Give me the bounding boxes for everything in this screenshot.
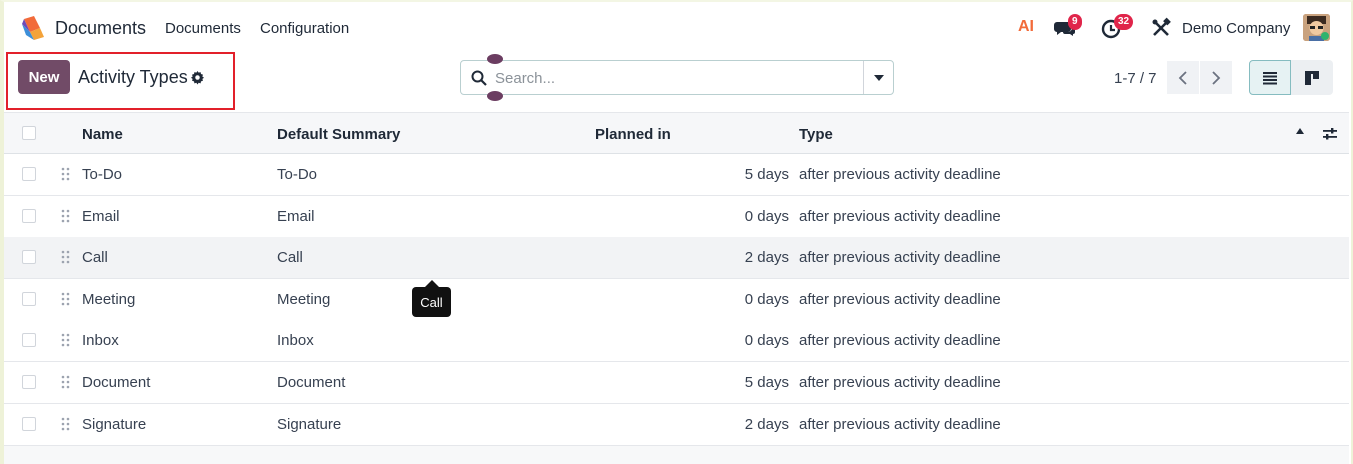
table-footer — [4, 446, 1349, 464]
kanban-view-button[interactable] — [1291, 60, 1333, 95]
documents-app-icon[interactable] — [20, 15, 46, 41]
search-bar[interactable] — [460, 60, 894, 95]
list-view-button[interactable] — [1249, 60, 1291, 95]
drag-handle-icon[interactable] — [61, 292, 70, 306]
pager-previous-button[interactable] — [1167, 61, 1199, 94]
row-checkbox[interactable] — [22, 208, 36, 223]
cell-default-summary: Inbox — [277, 332, 314, 350]
cell-planned-in: 5 days — [744, 166, 789, 183]
resize-handle-bottom[interactable] — [487, 91, 503, 101]
table-row[interactable]: Call Call 2 days after previous activity de… — [4, 237, 1349, 280]
row-checkbox[interactable] — [22, 375, 36, 389]
table-row[interactable]: Inbox Inbox 0 days after previous activity … — [4, 320, 1349, 363]
cell-type: after previous activity deadline — [799, 290, 1001, 308]
list-icon — [1263, 71, 1277, 84]
cell-name: Document — [82, 374, 151, 391]
kanban-icon — [1305, 70, 1319, 85]
search-options-toggle[interactable] — [863, 61, 893, 94]
table-row[interactable]: To-Do To-Do 5 days after previous activity … — [4, 154, 1349, 196]
drag-handle-icon[interactable] — [61, 417, 70, 431]
column-header-planned-in[interactable]: Planned in — [595, 126, 671, 143]
cell-type: after previous activity deadline — [799, 166, 1001, 183]
resize-handle-top[interactable] — [487, 54, 503, 64]
cell-name: Meeting — [82, 290, 136, 308]
cell-default-summary: Call — [277, 249, 303, 267]
app-name[interactable]: Documents — [55, 18, 146, 39]
cell-name: Call — [82, 249, 108, 267]
cell-type: after previous activity deadline — [799, 374, 1001, 391]
tooltip: Call — [412, 287, 451, 317]
messages-badge: 9 — [1068, 14, 1082, 30]
cell-type: after previous activity deadline — [799, 249, 1001, 267]
drag-handle-icon[interactable] — [61, 167, 70, 181]
cell-name: To-Do — [82, 166, 123, 183]
row-checkbox[interactable] — [22, 167, 36, 181]
column-header-default-summary[interactable]: Default Summary — [277, 126, 400, 143]
pager-value[interactable]: 1-7 / 7 — [1114, 70, 1157, 87]
row-checkbox[interactable] — [22, 250, 36, 265]
cell-type: after previous activity deadline — [799, 207, 1001, 225]
activities-badge: 32 — [1114, 14, 1134, 30]
cell-default-summary: Document — [277, 374, 346, 391]
drag-handle-icon[interactable] — [61, 250, 70, 264]
cell-planned-in: 2 days — [744, 249, 789, 267]
cell-default-summary: Meeting — [277, 290, 331, 308]
chevron-left-icon — [1178, 70, 1187, 85]
table-row[interactable]: Document Document 5 days after previous act… — [4, 362, 1349, 404]
table-row[interactable]: Meeting Meeting 0 days after previous activ… — [4, 278, 1349, 321]
cell-default-summary: Signature — [277, 415, 342, 433]
cell-name: Email — [82, 207, 120, 225]
cell-planned-in: 0 days — [744, 332, 789, 350]
cell-name: Inbox — [82, 332, 119, 350]
cell-planned-in: 2 days — [744, 415, 789, 433]
ai-icon[interactable]: AI — [1018, 18, 1034, 36]
drag-handle-icon[interactable] — [61, 209, 70, 223]
sort-ascending-icon[interactable] — [1295, 127, 1305, 135]
column-header-type[interactable]: Type — [799, 126, 833, 143]
row-checkbox[interactable] — [22, 333, 36, 348]
cell-default-summary: To-Do — [277, 166, 318, 183]
select-all-checkbox[interactable] — [22, 126, 36, 140]
user-avatar-image — [1303, 14, 1330, 41]
search-input[interactable] — [495, 65, 855, 91]
cell-type: after previous activity deadline — [799, 415, 1001, 433]
drag-handle-icon[interactable] — [61, 333, 70, 347]
caret-down-icon — [873, 74, 884, 81]
pager-next-button[interactable] — [1200, 61, 1232, 94]
ai-label: AI — [1018, 18, 1034, 35]
cell-planned-in: 5 days — [744, 374, 789, 391]
cell-name: Signature — [82, 415, 147, 433]
cell-default-summary: Email — [277, 207, 315, 225]
highlight-box — [6, 52, 235, 110]
chevron-right-icon — [1212, 70, 1221, 85]
table-row[interactable]: Signature Signature 2 days after previous a… — [4, 403, 1349, 446]
row-checkbox[interactable] — [22, 416, 36, 431]
row-checkbox[interactable] — [22, 291, 36, 306]
search-icon — [471, 70, 487, 86]
user-avatar[interactable] — [1303, 14, 1330, 41]
table-row[interactable]: Email Email 0 days after previous activity … — [4, 195, 1349, 238]
cell-planned-in: 0 days — [744, 207, 789, 225]
column-header-name[interactable]: Name — [82, 126, 123, 143]
table-header: Name Default Summary Planned in Type — [4, 112, 1349, 154]
tooltip-arrow — [425, 280, 439, 287]
top-navbar: Documents Documents Configuration AI 9 3… — [4, 2, 1349, 52]
tools-icon[interactable] — [1150, 17, 1172, 39]
menu-configuration[interactable]: Configuration — [260, 20, 349, 37]
company-switcher[interactable]: Demo Company — [1182, 20, 1290, 37]
cell-type: after previous activity deadline — [799, 332, 1001, 350]
drag-handle-icon[interactable] — [61, 375, 70, 389]
cell-planned-in: 0 days — [744, 290, 789, 308]
menu-documents[interactable]: Documents — [165, 20, 241, 37]
optional-columns-icon[interactable] — [1322, 126, 1338, 142]
